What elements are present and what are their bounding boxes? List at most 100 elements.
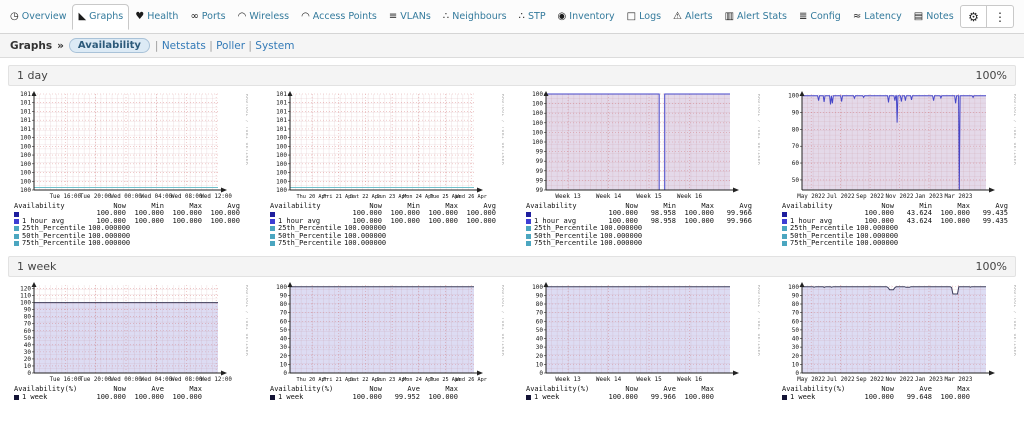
svg-text:100: 100 (276, 152, 287, 159)
legend-row-value: 99.435 (982, 216, 1008, 225)
legend-swatch (782, 241, 787, 247)
nav-item-notes[interactable]: ▤ Notes (908, 4, 960, 29)
svg-text:Jan 2023: Jan 2023 (915, 377, 943, 383)
nav-item-label: Graphs (89, 11, 124, 22)
nav-item-latency[interactable]: ≈ Latency (847, 4, 908, 29)
top-navbar: ◷ Overview ◣ Graphs ♥ Health ∞ Ports ◠ Wireless ◠ A… (0, 0, 1024, 34)
nav-item-wireless[interactable]: ◠ Wireless (232, 4, 295, 29)
svg-text:90: 90 (792, 293, 800, 300)
svg-text:90: 90 (792, 110, 800, 117)
breadcrumb-link-poller[interactable]: Poller (216, 40, 245, 52)
availability-week-graph[interactable]: 101101101101101100100100100100100100Thu … (264, 91, 504, 202)
availability-week-avg-year-block: 100 90 80 70 60 50 40 30 20 10 0 May 2022 Jul 2022 Se… (776, 282, 1016, 401)
svg-text:Jul 2022: Jul 2022 (827, 377, 855, 383)
nav-item-alert-stats[interactable]: ▥ Alert Stats (719, 4, 793, 29)
nav-item-ports[interactable]: ∞ Ports (184, 4, 231, 29)
legend-row-label: 75th_Percentile (790, 239, 854, 248)
nav-item-label: Ports (201, 11, 226, 22)
svg-text:50: 50 (536, 327, 544, 334)
more-options-button[interactable]: ⋮ (987, 5, 1014, 28)
svg-text:101: 101 (276, 108, 287, 115)
svg-text:70: 70 (280, 310, 288, 317)
graph-legend: Availability(%) Now Ave Max 1 week 100.000 100… (8, 386, 248, 401)
legend-series-title: Availability (782, 202, 833, 210)
svg-text:80: 80 (536, 301, 544, 308)
svg-text:70: 70 (24, 321, 32, 328)
nav-item-alerts[interactable]: ⚠ Alerts (667, 4, 719, 29)
nav-item-access-points[interactable]: ◠ Access Points (295, 4, 383, 29)
legend-series-title: Availability (270, 202, 321, 210)
svg-text:90: 90 (24, 307, 32, 314)
availability-day-graph[interactable]: 101101101101101100100100100100100100Tue … (8, 91, 248, 202)
svg-text:100: 100 (20, 187, 31, 194)
nav-item-logs[interactable]: □ Logs (621, 4, 667, 29)
svg-text:10: 10 (24, 363, 32, 370)
svg-text:70: 70 (792, 310, 800, 317)
legend-row: 75th_Percentile 100.000000 (526, 239, 760, 247)
breadcrumb-link-system[interactable]: System (255, 40, 294, 52)
legend-series-title: Availability (14, 202, 65, 210)
svg-text:Week 14: Week 14 (596, 376, 622, 383)
nav-item-vlans[interactable]: ≡ VLANs (383, 4, 437, 29)
svg-text:Wed 04:00: Wed 04:00 (141, 194, 173, 200)
sitemap-icon: ∴ (442, 10, 450, 22)
legend-swatch (270, 395, 275, 401)
svg-text:Wed 26 Apr: Wed 26 Apr (456, 194, 487, 200)
rrdtool-watermark: RRDTOOL / TOBI OETIKER (500, 94, 504, 165)
svg-text:70: 70 (792, 143, 800, 150)
legend-row-value: 100.000 (466, 216, 496, 225)
nav-item-inventory[interactable]: ◉ Inventory (552, 4, 621, 29)
wifi-icon: ◠ (301, 10, 310, 22)
availability-week-avg-week-graph[interactable]: 1009080706050403020100Thu 20 AprFri 21 A… (264, 282, 504, 385)
nav-item-graphs[interactable]: ◣ Graphs (72, 4, 130, 30)
svg-text:30: 30 (536, 345, 544, 352)
svg-text:100: 100 (532, 139, 543, 146)
availability-week-block: 101 101 101 101 101 100 100 100 100 100 100 100 Thu … (264, 91, 504, 247)
nav-item-overview[interactable]: ◷ Overview (4, 4, 72, 29)
breadcrumb-root[interactable]: Graphs (10, 40, 52, 52)
nav-item-label: Notes (926, 11, 954, 22)
svg-text:Jan 2023: Jan 2023 (915, 194, 943, 200)
svg-text:80: 80 (24, 314, 32, 321)
legend-swatch (526, 241, 531, 247)
settings-button[interactable]: ⚙ (960, 5, 987, 28)
svg-text:101: 101 (20, 117, 31, 124)
availability-month-graph[interactable]: 100 100 100 100 100 100 99 99 99 99 99 Week 13 Week … (520, 91, 760, 202)
nav-item-label: Overview (21, 11, 67, 22)
legend-row-value: 100.000 (864, 392, 894, 401)
graphs-content: 1 day 100% 101 101 101 101 101 100 100 100 100 100 1… (0, 65, 1024, 403)
svg-text:Tue 20:00: Tue 20:00 (80, 377, 112, 383)
svg-text:100: 100 (276, 135, 287, 142)
svg-text:Week 13: Week 13 (555, 193, 581, 200)
nav-item-label: Inventory (569, 11, 615, 22)
legend-swatch (270, 241, 275, 247)
availability-week-avg-day-graph[interactable]: 1201101009080706050403020100Tue 16:00Tue… (8, 282, 248, 385)
legend-swatch (14, 241, 19, 247)
legend-row: 1 week 100.000 100.000 100.000 (14, 393, 248, 401)
nav-item-config[interactable]: ≣ Config (793, 4, 847, 29)
legend-row-value: 100.000000 (344, 239, 387, 248)
breadcrumb-active-availability[interactable]: Availability (68, 38, 150, 53)
nav-item-health[interactable]: ♥ Health (129, 4, 184, 29)
svg-text:40: 40 (792, 336, 800, 343)
availability-year-graph[interactable]: 100 90 80 70 60 50 May 2022 Jul 2022 Sep 2022 Nov… (776, 91, 1016, 202)
nav-item-stp[interactable]: ∴ STP (513, 4, 552, 29)
availability-week-avg-year-graph[interactable]: 1009080706050403020100May 2022 Jul 2022 Se… (776, 282, 1016, 385)
legend-row-value: 100.000000 (88, 239, 131, 248)
nav-item-neighbours[interactable]: ∴ Neighbours (437, 4, 513, 29)
latency-icon: ≈ (852, 10, 862, 22)
svg-text:40: 40 (536, 336, 544, 343)
svg-text:80: 80 (792, 126, 800, 133)
availability-week-avg-month-graph[interactable]: 100 9080 70 6050 40 3020 100 Week 13 Week 14 Week… (520, 282, 760, 385)
breadcrumb-link-netstats[interactable]: Netstats (162, 40, 206, 52)
nav-controls: ⚙ ⋮ (960, 5, 1020, 28)
section-header-1-day: 1 day 100% (8, 65, 1016, 86)
svg-text:100: 100 (276, 143, 287, 150)
svg-text:Week 16: Week 16 (677, 193, 703, 200)
svg-text:101: 101 (20, 100, 31, 107)
svg-text:Nov 2022: Nov 2022 (886, 194, 914, 200)
nav-item-label: Access Points (312, 11, 377, 22)
legend-swatch (782, 211, 787, 217)
svg-text:50: 50 (280, 327, 288, 334)
availability-week-avg-month-block: 100 90 80 70 60 50 40 30 20 10 0 Week 13 Week 14 Week… (520, 282, 760, 401)
